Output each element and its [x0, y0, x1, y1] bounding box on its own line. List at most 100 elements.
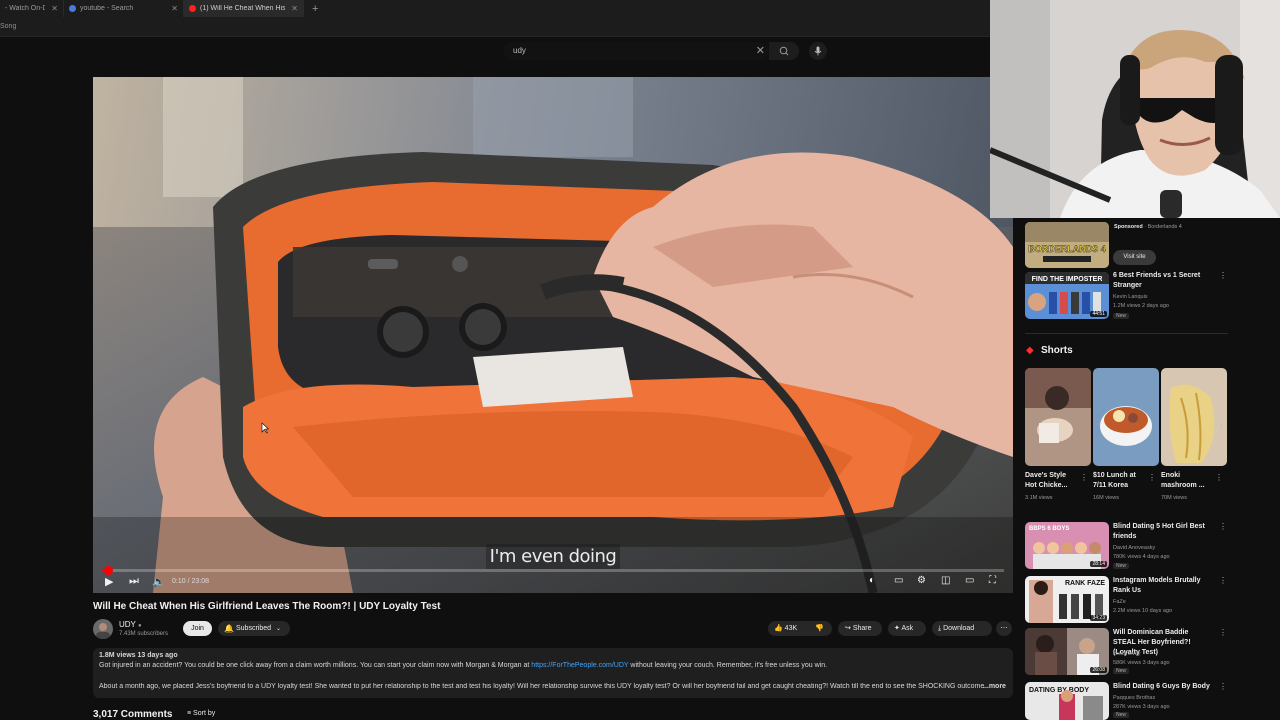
webcam-overlay [990, 0, 1280, 218]
video-title[interactable]: Blind Dating 5 Hot Girl Best friends [1113, 522, 1213, 542]
channel-name[interactable]: Paqques Brothas [1113, 694, 1155, 702]
short-views: 70M views [1161, 495, 1187, 501]
sort-label: Sort by [193, 710, 216, 717]
close-icon[interactable]: ✕ [291, 4, 298, 13]
visit-site-button[interactable]: Visit site [1113, 250, 1156, 265]
short-thumbnail[interactable] [1161, 368, 1227, 466]
video-thumbnail[interactable]: FIND THE IMPOSTER 44:51 [1025, 272, 1109, 319]
channel-name[interactable]: UDY ● [119, 620, 142, 629]
video-thumbnail[interactable]: DATING BY BODY [1025, 682, 1109, 720]
subtitles-icon[interactable]: ▭ [894, 575, 903, 586]
join-button[interactable]: Join [183, 621, 212, 636]
search-input[interactable]: udy ✕ [503, 42, 769, 60]
video-player[interactable]: I'm even doing ▶ ⏭ 🔈 0:10 / 23:08 ◐ ▭ ⚙ … [93, 77, 1013, 593]
subscribed-label: Subscribed [236, 625, 272, 632]
ask-label: Ask [901, 625, 914, 632]
svg-text:FIND THE IMPOSTER: FIND THE IMPOSTER [1032, 276, 1103, 283]
search-query: udy [513, 46, 526, 55]
shorts-heading: Shorts [1041, 345, 1073, 356]
subscribed-button[interactable]: 🔔 Subscribed ⌄ [218, 621, 290, 636]
more-actions-icon[interactable]: ⋯ [996, 621, 1012, 636]
more-options-icon[interactable]: ⋮ [1219, 271, 1227, 280]
progress-scrubber[interactable] [103, 566, 113, 575]
bookmark-item[interactable]: Song [0, 23, 16, 30]
new-badge: New [1113, 668, 1130, 674]
like-button[interactable]: 👍 43K [774, 621, 797, 636]
short-views: 16M views [1093, 495, 1119, 501]
progress-bar[interactable] [102, 566, 1004, 575]
channel-name[interactable]: xoudylovey [1113, 650, 1141, 658]
video-title[interactable]: Instagram Models Brutally Rank Us [1113, 576, 1213, 596]
video-meta: 586K views 3 days ago [1113, 660, 1170, 666]
new-badge: New [1113, 712, 1130, 718]
browser-tab-bar: - Watch On-Demand ✕ youtube - Search ✕ (… [0, 0, 990, 17]
more-options-icon[interactable]: ⋮ [1148, 473, 1156, 482]
mouse-cursor-icon [261, 422, 269, 434]
share-button[interactable]: ↪ Share [838, 621, 882, 636]
sort-by-button[interactable]: ≡ Sort by [187, 710, 215, 717]
video-thumbnail[interactable]: BBPS 6 BOYS 28:14 [1025, 522, 1109, 569]
channel-name[interactable]: David Anoveasky [1113, 544, 1155, 552]
subtitle-caption: I'm even doing [93, 544, 1013, 569]
search-button[interactable] [769, 42, 799, 60]
video-thumbnail[interactable]: 26:08 [1025, 628, 1109, 675]
channel-name[interactable]: Kevin Lanquis [1113, 293, 1148, 301]
short-thumbnail[interactable] [1025, 368, 1091, 466]
like-count: 43K [784, 625, 798, 632]
chevron-down-icon: ⌄ [275, 626, 282, 632]
close-icon[interactable]: ✕ [171, 4, 178, 13]
video-title[interactable]: Blind Dating 6 Guys By Body [1113, 682, 1213, 692]
browser-tab-search[interactable]: youtube - Search ✕ [64, 0, 184, 17]
download-label: Download [943, 625, 975, 632]
video-thumbnail[interactable]: RANK FAZE 34:23 [1025, 576, 1109, 623]
short-thumbnail[interactable] [1093, 368, 1159, 466]
ask-button[interactable]: ✦ Ask [888, 621, 926, 636]
google-favicon-icon [69, 5, 76, 12]
browser-tab-video[interactable]: (1) Will He Cheat When His Girlfri... ✕ [184, 0, 304, 17]
play-icon[interactable]: ▶ [105, 575, 113, 588]
channel-name[interactable]: FaZe [1113, 598, 1126, 606]
miniplayer-icon[interactable]: ◫ [941, 575, 950, 586]
clear-icon[interactable]: ✕ [756, 44, 765, 57]
more-options-icon[interactable]: ⋮ [1215, 473, 1223, 482]
share-icon: ↪ [845, 625, 851, 632]
video-title[interactable]: 6 Best Friends vs 1 Secret Stranger [1113, 271, 1213, 291]
settings-gear-icon[interactable]: ⚙ [917, 575, 926, 586]
ad-sponsor-line: Sponsored · Borderlands 4 [1114, 224, 1182, 230]
video-title: Will He Cheat When His Girlfriend Leaves… [93, 601, 441, 612]
channel-avatar[interactable] [93, 619, 113, 639]
microphone-icon [814, 46, 822, 56]
short-title[interactable]: Dave's Style Hot Chicke... [1025, 471, 1077, 491]
ad-thumbnail[interactable]: BORDERLANDS 4 [1025, 222, 1109, 268]
bookmarks-bar: Song [0, 17, 990, 37]
dislike-button[interactable]: 👎 [815, 621, 824, 636]
description-link[interactable]: https://ForThePeople.com/UDY [531, 662, 628, 669]
more-options-icon[interactable]: ⋮ [1080, 473, 1088, 482]
sparkle-icon: ✦ [894, 625, 900, 632]
description-box[interactable]: 1.8M views 13 days ago Got injured in an… [93, 648, 1013, 698]
chevron-right-icon[interactable]: › [1220, 421, 1223, 430]
caption-text: I'm even doing [485, 544, 621, 569]
next-icon[interactable]: ⏭ [129, 575, 139, 588]
more-options-icon[interactable]: ⋮ [1219, 522, 1227, 531]
short-title[interactable]: $10 Lunch at 7/11 Korea [1093, 471, 1145, 491]
new-tab-icon[interactable]: + [304, 0, 326, 17]
webcam-feed [990, 0, 1280, 218]
volume-icon[interactable]: 🔈 [152, 575, 166, 588]
voice-search-button[interactable] [809, 42, 827, 60]
close-icon[interactable]: ✕ [51, 4, 58, 13]
more-options-icon[interactable]: ⋮ [1219, 682, 1227, 691]
short-title[interactable]: Enoki mashroom ... [1161, 471, 1213, 491]
fullscreen-icon[interactable]: ⛶ [989, 575, 996, 586]
theater-mode-icon[interactable]: ▭ [965, 575, 974, 586]
autoplay-toggle-icon[interactable]: ◐ [869, 575, 875, 586]
svg-text:DATING BY BODY: DATING BY BODY [1029, 687, 1089, 694]
show-more-link[interactable]: ...more [983, 683, 1006, 690]
views-and-date: 1.8M views 13 days ago [99, 652, 178, 659]
more-options-icon[interactable]: ⋮ [1219, 628, 1227, 637]
browser-tab-watch[interactable]: - Watch On-Demand ✕ [0, 0, 64, 17]
more-options-icon[interactable]: ⋮ [1219, 576, 1227, 585]
screen: - Watch On-Demand ✕ youtube - Search ✕ (… [0, 0, 1280, 720]
video-meta: 1.2M views 2 days ago [1113, 303, 1169, 309]
download-button[interactable]: ⤓ Download [932, 621, 992, 636]
